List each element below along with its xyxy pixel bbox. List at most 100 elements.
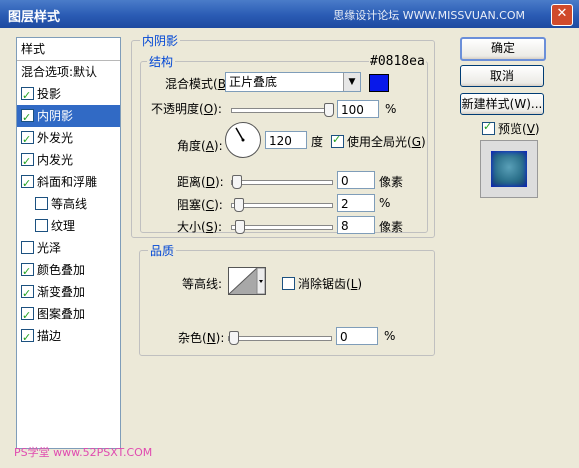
style-item-checkbox[interactable] bbox=[21, 107, 34, 129]
style-item-label: 渐变叠加 bbox=[37, 285, 86, 299]
style-item[interactable]: 斜面和浮雕 bbox=[17, 171, 120, 195]
shadow-color-swatch[interactable] bbox=[369, 74, 389, 92]
style-item-checkbox[interactable] bbox=[21, 151, 34, 173]
inner-shadow-title: 内阴影 bbox=[140, 32, 181, 49]
style-item-checkbox[interactable] bbox=[21, 261, 34, 283]
structure-group: 结构 #0818ea 混合模式(B): 正片叠底 ▼ 不透明度(O): 100 … bbox=[140, 53, 428, 234]
color-hex-label: #0818ea bbox=[369, 54, 426, 69]
style-item-checkbox[interactable] bbox=[21, 85, 34, 107]
angle-input[interactable]: 120 bbox=[265, 131, 307, 149]
preview-image bbox=[491, 151, 527, 187]
title-bar: 图层样式 思缘设计论坛 WWW.MISSVUAN.COM ✕ bbox=[0, 0, 579, 28]
size-label: 大小(S): bbox=[177, 220, 223, 234]
style-item[interactable]: 等高线 bbox=[17, 193, 120, 215]
size-unit: 像素 bbox=[379, 220, 404, 234]
distance-input[interactable]: 0 bbox=[337, 171, 375, 189]
opacity-input[interactable]: 100 bbox=[337, 100, 379, 118]
style-item-label: 斜面和浮雕 bbox=[37, 175, 98, 189]
style-item-label: 投影 bbox=[37, 87, 62, 101]
choke-slider[interactable] bbox=[231, 198, 333, 212]
style-item-label: 描边 bbox=[37, 329, 62, 343]
angle-unit: 度 bbox=[311, 135, 324, 149]
style-item-checkbox[interactable] bbox=[35, 197, 48, 210]
style-item[interactable]: 图案叠加 bbox=[17, 303, 120, 327]
noise-slider-thumb[interactable] bbox=[229, 331, 239, 345]
size-slider[interactable] bbox=[231, 220, 333, 234]
style-item[interactable]: 纹理 bbox=[17, 215, 120, 237]
window-title: 图层样式 bbox=[8, 10, 61, 25]
blend-mode-value: 正片叠底 bbox=[229, 75, 278, 89]
noise-slider[interactable] bbox=[228, 331, 332, 345]
style-item-checkbox[interactable] bbox=[21, 241, 34, 254]
noise-input[interactable]: 0 bbox=[336, 327, 378, 345]
style-item-label: 内发光 bbox=[37, 153, 74, 167]
distance-slider-thumb[interactable] bbox=[232, 175, 242, 189]
new-style-button[interactable]: 新建样式(W)... bbox=[460, 93, 544, 115]
style-item[interactable]: 外发光 bbox=[17, 127, 120, 151]
choke-input[interactable]: 2 bbox=[337, 194, 375, 212]
inner-shadow-group: 内阴影 结构 #0818ea 混合模式(B): 正片叠底 ▼ 不透明度(O): … bbox=[131, 32, 435, 238]
quality-group: 品质 等高线: 消除锯齿(L) 杂色(N): 0 % bbox=[139, 242, 435, 356]
distance-slider[interactable] bbox=[231, 175, 333, 189]
size-input[interactable]: 8 bbox=[337, 216, 375, 234]
dialog-body: 样式 混合选项:默认投影内阴影外发光内发光斜面和浮雕等高线纹理光泽颜色叠加渐变叠… bbox=[4, 28, 575, 464]
global-light-checkbox[interactable] bbox=[331, 133, 344, 148]
anti-alias-checkbox[interactable] bbox=[282, 277, 295, 290]
global-light-toggle[interactable]: 使用全局光(G) bbox=[331, 133, 426, 150]
style-item[interactable]: 内阴影 bbox=[17, 105, 120, 129]
style-item[interactable]: 光泽 bbox=[17, 237, 120, 259]
choke-unit: % bbox=[379, 196, 391, 210]
preview-checkbox[interactable] bbox=[482, 120, 495, 135]
close-icon[interactable]: ✕ bbox=[551, 4, 573, 26]
distance-unit: 像素 bbox=[379, 175, 404, 189]
styles-list: 样式 混合选项:默认投影内阴影外发光内发光斜面和浮雕等高线纹理光泽颜色叠加渐变叠… bbox=[16, 37, 121, 449]
angle-label: 角度(A): bbox=[177, 139, 223, 153]
bottom-watermark: PS学堂 www.52PSXT.COM bbox=[14, 446, 153, 459]
noise-unit: % bbox=[384, 329, 396, 343]
style-item-label: 纹理 bbox=[51, 219, 76, 233]
opacity-slider[interactable] bbox=[231, 103, 334, 117]
style-item[interactable]: 描边 bbox=[17, 325, 120, 349]
style-item-label: 混合选项:默认 bbox=[21, 65, 98, 79]
anti-alias-toggle[interactable]: 消除锯齿(L) bbox=[282, 275, 362, 292]
preview-toggle[interactable]: 预览(V) bbox=[482, 120, 540, 137]
styles-header[interactable]: 样式 bbox=[17, 38, 120, 61]
style-item[interactable]: 内发光 bbox=[17, 149, 120, 173]
angle-dial[interactable] bbox=[225, 122, 261, 158]
size-slider-thumb[interactable] bbox=[234, 220, 245, 234]
distance-label: 距离(D): bbox=[177, 175, 224, 189]
style-item-checkbox[interactable] bbox=[21, 327, 34, 349]
style-item-checkbox[interactable] bbox=[21, 173, 34, 195]
opacity-unit: % bbox=[385, 102, 397, 116]
style-item-checkbox[interactable] bbox=[21, 305, 34, 327]
opacity-label: 不透明度(O): bbox=[151, 102, 222, 116]
choke-slider-thumb[interactable] bbox=[233, 198, 244, 212]
style-item-checkbox[interactable] bbox=[21, 129, 34, 151]
style-item-checkbox[interactable] bbox=[35, 219, 48, 232]
cancel-button[interactable]: 取消 bbox=[460, 65, 544, 87]
contour-curve-icon bbox=[229, 268, 265, 294]
style-item-label: 图案叠加 bbox=[37, 307, 86, 321]
choke-label: 阻塞(C): bbox=[177, 198, 223, 212]
ok-button[interactable]: 确定 bbox=[460, 37, 546, 61]
noise-label: 杂色(N): bbox=[178, 331, 225, 345]
style-item-label: 颜色叠加 bbox=[37, 263, 86, 277]
opacity-slider-thumb[interactable] bbox=[324, 103, 334, 117]
style-item-label: 内阴影 bbox=[37, 109, 74, 123]
quality-title: 品质 bbox=[148, 242, 177, 259]
style-preview-thumbnail bbox=[480, 140, 538, 198]
style-item[interactable]: 颜色叠加 bbox=[17, 259, 120, 283]
blend-mode-select[interactable]: 正片叠底 ▼ bbox=[225, 72, 361, 92]
contour-picker[interactable] bbox=[228, 267, 266, 295]
style-item[interactable]: 混合选项:默认 bbox=[17, 61, 120, 83]
style-item-label: 外发光 bbox=[37, 131, 74, 145]
watermark: 思缘设计论坛 WWW.MISSVUAN.COM bbox=[333, 9, 525, 22]
style-item-label: 光泽 bbox=[37, 241, 62, 255]
style-item[interactable]: 投影 bbox=[17, 83, 120, 107]
style-item-checkbox[interactable] bbox=[21, 283, 34, 305]
style-item[interactable]: 渐变叠加 bbox=[17, 281, 120, 305]
structure-title: 结构 bbox=[147, 53, 176, 70]
chevron-down-icon: ▼ bbox=[343, 73, 360, 91]
angle-dial-needle bbox=[235, 127, 245, 142]
style-item-label: 等高线 bbox=[51, 197, 88, 211]
